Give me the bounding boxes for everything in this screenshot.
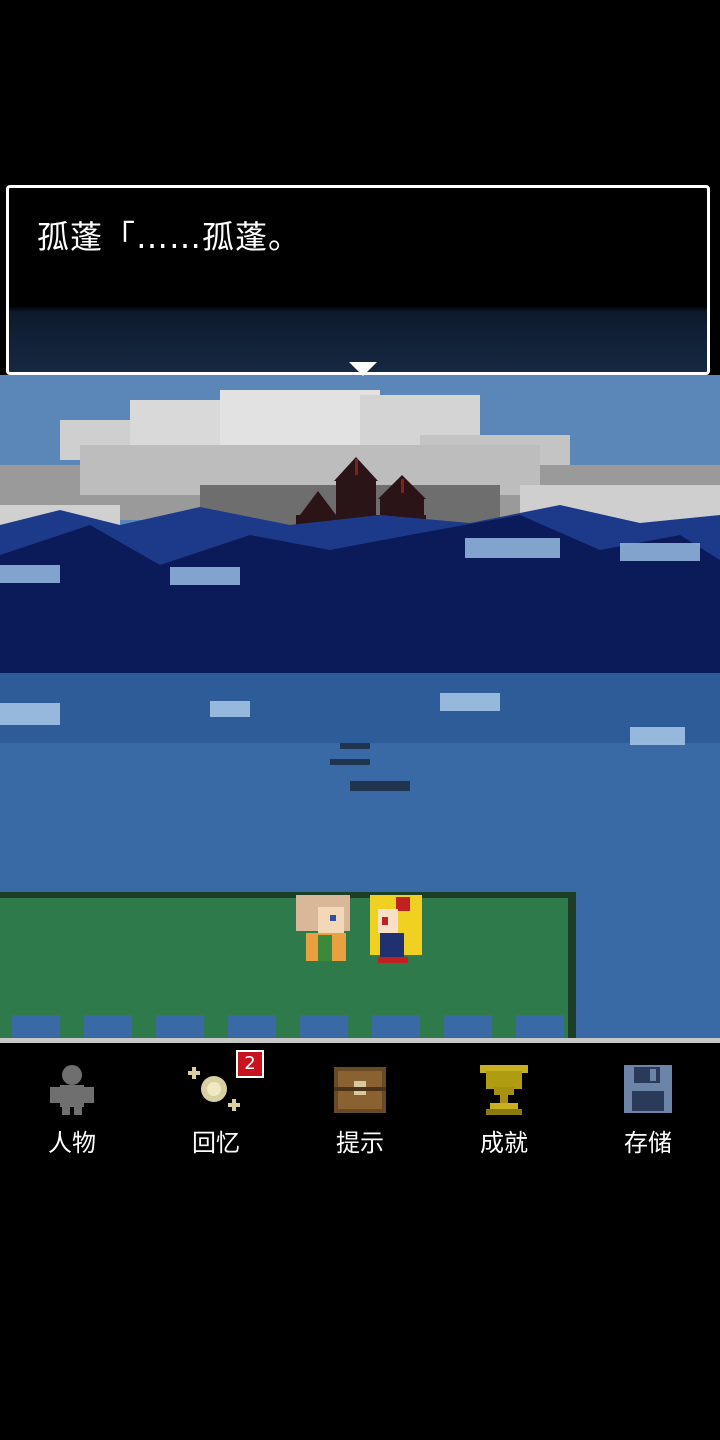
game-scene[interactable] — [0, 375, 720, 1038]
dialog-continue-arrow-icon — [349, 362, 377, 376]
menu-item-save[interactable]: 存储 — [598, 1053, 698, 1157]
menu-label-memories: 回忆 — [192, 1129, 240, 1157]
menu-label-characters: 人物 — [48, 1129, 96, 1157]
memory-count-badge: 2 — [236, 1050, 264, 1078]
menu-label-achievements: 成就 — [480, 1129, 528, 1157]
menu-label-hints: 提示 — [336, 1129, 384, 1157]
menu-item-hints[interactable]: 提示 — [310, 1053, 410, 1157]
floppy-disk-icon — [624, 1065, 672, 1113]
treasure-chest-icon — [334, 1067, 386, 1113]
trophy-icon — [480, 1065, 528, 1115]
menu-label-save: 存储 — [624, 1129, 672, 1157]
character-silhouette-icon — [50, 1065, 94, 1115]
dialog-box[interactable]: 孤蓬「……孤蓬。 — [6, 185, 710, 376]
menu-item-achievements[interactable]: 成就 — [454, 1053, 554, 1157]
dialog-text: 孤蓬「……孤蓬。 — [37, 218, 302, 256]
menu-item-characters[interactable]: 人物 — [22, 1053, 122, 1157]
bottom-menu: 人物 回忆 提示 成就 存储 — [0, 1038, 720, 1157]
character-blonde-girl — [370, 895, 422, 963]
